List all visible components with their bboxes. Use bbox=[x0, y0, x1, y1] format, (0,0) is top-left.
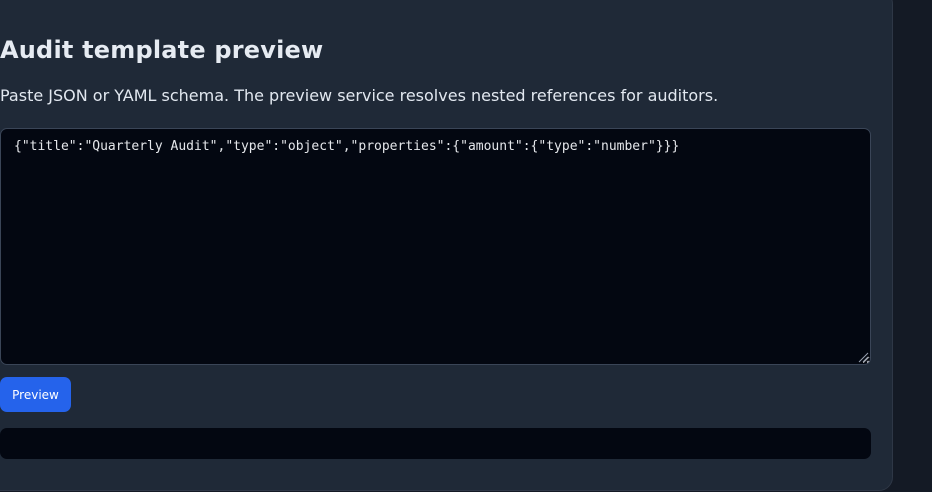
preview-button[interactable]: Preview bbox=[0, 377, 71, 412]
page-description: Paste JSON or YAML schema. The preview s… bbox=[0, 86, 719, 105]
schema-editor[interactable] bbox=[0, 128, 871, 365]
preview-output bbox=[0, 428, 871, 459]
page-title: Audit template preview bbox=[0, 36, 324, 64]
